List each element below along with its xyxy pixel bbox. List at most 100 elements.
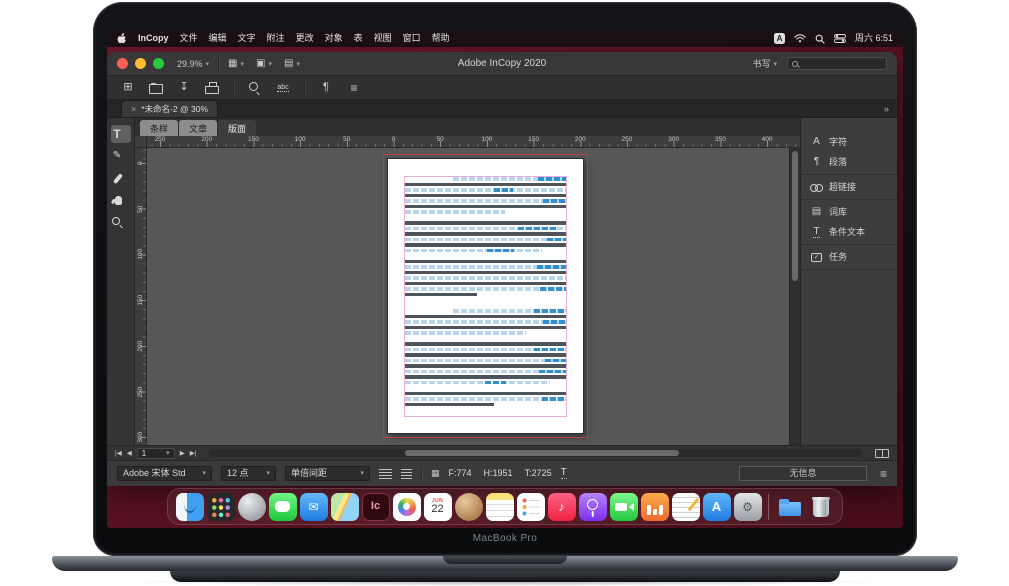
menu-item[interactable]: 帮助	[432, 34, 450, 43]
dock-icon-notes[interactable]	[486, 493, 514, 521]
highlighted-text	[538, 177, 566, 181]
menu-item[interactable]: 窗口	[403, 34, 421, 43]
ruler-label: 200	[201, 137, 212, 144]
menu-item[interactable]: 编辑	[209, 34, 227, 43]
menu-item[interactable]: 表	[354, 34, 363, 43]
hand-tool[interactable]	[111, 191, 131, 209]
wifi-icon[interactable]	[794, 34, 806, 43]
arrange-documents-control[interactable]	[284, 59, 300, 69]
zoom-level-dropdown[interactable]: 29.9%	[177, 59, 209, 69]
menu-item[interactable]: 附注	[267, 34, 285, 43]
paragraph-lines-icon[interactable]	[379, 469, 392, 479]
vertical-scrollbar-thumb[interactable]	[792, 151, 798, 281]
panel-item-paragraph[interactable]: 段落	[801, 152, 897, 172]
fullscreen-button[interactable]	[153, 58, 164, 69]
menu-item[interactable]: 文字	[238, 34, 256, 43]
workspace-switcher[interactable]: 书写	[752, 57, 777, 70]
open-icon[interactable]	[149, 80, 163, 96]
vertical-scrollbar[interactable]	[789, 148, 800, 445]
zoom-tool[interactable]	[111, 213, 131, 231]
panel-item-conditional-text[interactable]: 条件文本	[801, 222, 897, 242]
dock-icon-gray-app[interactable]	[238, 493, 266, 521]
dock-icon-reminders[interactable]	[517, 493, 545, 521]
dock-icon-launchpad[interactable]	[207, 493, 235, 521]
font-family-value: Adobe 宋体 Std	[123, 469, 186, 478]
dock-icon-photos[interactable]	[393, 493, 421, 521]
document-page[interactable]	[387, 158, 584, 434]
screen-mode-control[interactable]	[256, 59, 272, 69]
pages-spread-icon[interactable]	[875, 449, 889, 458]
dock-icon-settings[interactable]: ⚙	[734, 493, 762, 521]
menu-item[interactable]: 更改	[296, 34, 314, 43]
font-family-select[interactable]: Adobe 宋体 Std	[117, 466, 212, 481]
menubar-app-name[interactable]: InCopy	[138, 34, 169, 43]
dock-icon-incopy[interactable]: Ic	[362, 493, 390, 521]
horizontal-scrollbar[interactable]	[209, 449, 862, 457]
new-icon[interactable]	[121, 80, 135, 96]
dock-icon-textedit[interactable]	[672, 493, 700, 521]
menu-item[interactable]: 对象	[325, 34, 343, 43]
dock-icon-podcasts[interactable]	[579, 493, 607, 521]
control-bar-menu-icon[interactable]: ≡	[880, 468, 887, 480]
dock-icon-tan-app[interactable]	[455, 493, 483, 521]
page-number-value: 1	[142, 449, 146, 458]
dock-icon-mail[interactable]: ✉	[300, 493, 328, 521]
panel-item-character[interactable]: 字符	[801, 132, 897, 152]
spellcheck-icon[interactable]	[276, 80, 290, 96]
dock-icon-appstore[interactable]: A	[703, 493, 731, 521]
menu-item[interactable]: 视图	[374, 34, 392, 43]
dock-icon-calendar[interactable]: JUN22	[424, 493, 452, 521]
dock-icon-messages[interactable]	[269, 493, 297, 521]
dock-icon-maps[interactable]	[331, 493, 359, 521]
save-icon[interactable]	[177, 80, 191, 96]
input-source-icon[interactable]: A	[774, 33, 785, 44]
find-icon[interactable]	[248, 80, 262, 96]
eyedropper-tool-icon	[112, 173, 123, 184]
control-center-icon[interactable]	[834, 34, 846, 43]
note-tool[interactable]	[111, 147, 131, 165]
alignment-lines-icon[interactable]	[401, 469, 412, 479]
minimize-button[interactable]	[135, 58, 146, 69]
leading-select[interactable]: 单倍间距	[285, 466, 370, 481]
dock-icon-facetime[interactable]	[610, 493, 638, 521]
dock-icon-trash[interactable]	[807, 493, 835, 521]
tab-close-icon[interactable]: ×	[131, 104, 136, 114]
view-tab[interactable]: 条样	[140, 120, 178, 136]
search-input[interactable]	[787, 57, 887, 70]
menu-item[interactable]: 文件	[180, 34, 198, 43]
show-hidden-icon[interactable]	[319, 80, 333, 96]
horizontal-scrollbar-thumb[interactable]	[405, 450, 679, 456]
document-tab[interactable]: × *未命名-2 @ 30%	[121, 100, 218, 117]
apple-menu-icon[interactable]	[117, 33, 127, 45]
view-options-control[interactable]	[228, 59, 244, 69]
screen: InCopy 文件 编辑 文字 附注 更改 对象 表 视图 窗口 帮助 A 周六 6:51	[107, 30, 903, 528]
editor-area: 条样文章版面 250200150100500501001502002503003…	[135, 118, 800, 445]
dock-icon-downloads-folder[interactable]	[776, 493, 804, 521]
panel-item-assignments[interactable]: 任务	[801, 247, 897, 267]
eyedropper-tool[interactable]	[111, 169, 131, 187]
close-button[interactable]	[117, 58, 128, 69]
menu-icon[interactable]	[347, 80, 361, 96]
spotlight-search-icon[interactable]	[815, 34, 825, 44]
menubar-clock[interactable]: 周六 6:51	[855, 34, 893, 43]
page-nav-button[interactable]: |◀	[115, 449, 122, 457]
page-nav-button[interactable]: ◀	[127, 449, 132, 457]
paragraph-icon	[810, 156, 823, 168]
panel-item-thesaurus[interactable]: 词库	[801, 202, 897, 222]
print-icon[interactable]	[205, 80, 219, 96]
dock: ✉ Ic JUN22 ♪ A ⚙	[167, 488, 843, 525]
font-size-select[interactable]: 12 点	[221, 466, 276, 481]
panel-item-hyperlinks[interactable]: 超链接	[801, 177, 897, 197]
view-tab[interactable]: 版面	[218, 120, 256, 136]
page-nav-button[interactable]: ▶|	[190, 449, 197, 457]
dock-icon-finder[interactable]	[176, 493, 204, 521]
page-nav-button[interactable]: ▶	[180, 449, 185, 457]
panel-collapse-icon[interactable]: »	[884, 104, 889, 114]
dock-icon-music[interactable]: ♪	[548, 493, 576, 521]
pasteboard[interactable]	[147, 148, 789, 445]
type-tool[interactable]	[111, 125, 131, 143]
page-number-dropdown[interactable]: 1	[137, 448, 175, 459]
view-tab[interactable]: 文章	[179, 120, 217, 136]
dock-icon-charts-app[interactable]	[641, 493, 669, 521]
dock-icon-text: A	[712, 500, 721, 513]
